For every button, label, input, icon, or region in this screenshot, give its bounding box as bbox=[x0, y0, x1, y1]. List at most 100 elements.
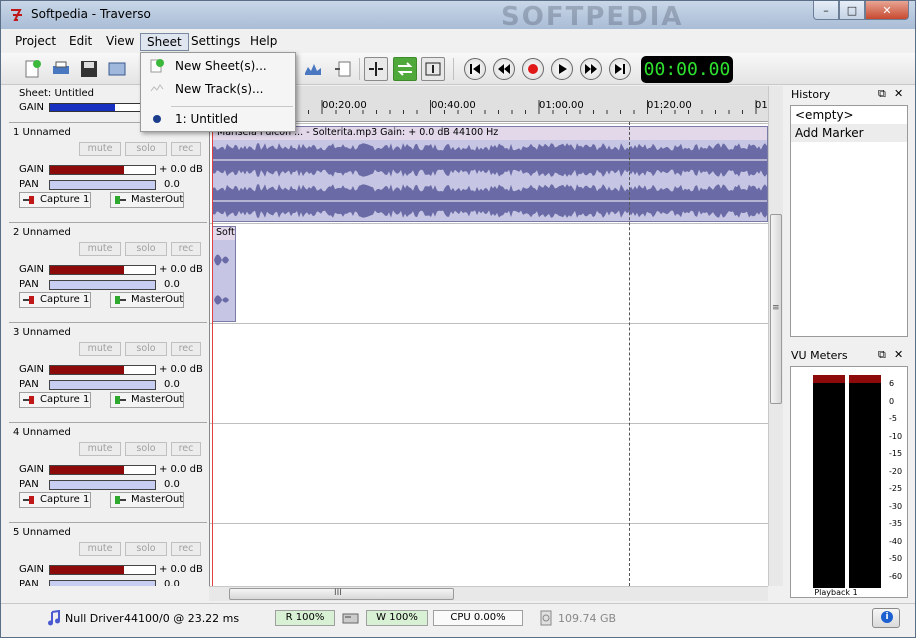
playhead-cursor[interactable] bbox=[212, 122, 213, 586]
close-button[interactable]: ✕ bbox=[865, 1, 909, 20]
close-dock-icon[interactable]: ✕ bbox=[894, 87, 903, 100]
toolbar bbox=[1, 53, 915, 85]
rec-button[interactable]: rec bbox=[171, 142, 201, 156]
ruler-tick-label: 01:00.00 bbox=[539, 100, 584, 111]
solo-button[interactable]: solo bbox=[125, 342, 167, 356]
marker-line[interactable] bbox=[629, 122, 630, 586]
history-item[interactable]: <empty> bbox=[791, 106, 907, 124]
pan-slider[interactable] bbox=[49, 380, 156, 390]
gain-slider[interactable] bbox=[49, 565, 156, 575]
close-icon: ✕ bbox=[882, 3, 892, 17]
mute-button[interactable]: mute bbox=[79, 342, 121, 356]
maximize-button[interactable]: □ bbox=[839, 1, 865, 20]
ruler-tick-label: 00:20.00 bbox=[322, 100, 367, 111]
float-dock-icon[interactable]: ⧉ bbox=[878, 87, 886, 101]
snap-button[interactable] bbox=[364, 57, 388, 81]
pan-slider[interactable] bbox=[49, 480, 156, 490]
new-sheet-menu-item[interactable]: New Sheet(s)... bbox=[175, 59, 267, 73]
menu-help[interactable]: Help bbox=[244, 33, 283, 51]
track-name[interactable]: 5 Unnamed bbox=[13, 527, 71, 538]
go-to-end-button[interactable] bbox=[609, 58, 631, 80]
float-dock-icon[interactable]: ⧉ bbox=[878, 348, 886, 362]
follow-playhead-button[interactable] bbox=[393, 57, 417, 81]
save-button[interactable] bbox=[77, 57, 101, 81]
history-list[interactable]: <empty> Add Marker bbox=[790, 105, 908, 337]
solo-button[interactable]: solo bbox=[125, 542, 167, 556]
output-selector[interactable]: MasterOut bbox=[110, 192, 184, 208]
fast-forward-button[interactable] bbox=[580, 58, 602, 80]
track-lane-5[interactable] bbox=[210, 523, 768, 586]
floppy-disk-icon bbox=[81, 61, 97, 77]
solo-button[interactable]: solo bbox=[125, 242, 167, 256]
track-lane-2[interactable]: Soft bbox=[210, 223, 768, 323]
track-name[interactable]: 3 Unnamed bbox=[13, 327, 71, 338]
rec-button[interactable]: rec bbox=[171, 542, 201, 556]
mute-button[interactable]: mute bbox=[79, 242, 121, 256]
close-dock-icon[interactable]: ✕ bbox=[894, 348, 903, 361]
menu-sheet[interactable]: Sheet bbox=[140, 33, 189, 51]
gain-value: + 0.0 dB bbox=[159, 364, 203, 375]
track-name[interactable]: 4 Unnamed bbox=[13, 427, 71, 438]
solo-button[interactable]: solo bbox=[125, 442, 167, 456]
mute-button[interactable]: mute bbox=[79, 542, 121, 556]
solo-button[interactable]: solo bbox=[125, 142, 167, 156]
horizontal-scrollbar[interactable]: III bbox=[209, 586, 768, 601]
track-lane-4[interactable] bbox=[210, 423, 768, 523]
pan-slider[interactable] bbox=[49, 580, 156, 586]
record-icon bbox=[528, 64, 538, 74]
go-to-start-button[interactable] bbox=[464, 58, 486, 80]
output-selector[interactable]: MasterOut bbox=[110, 392, 184, 408]
menu-view[interactable]: View bbox=[100, 33, 140, 51]
gain-slider[interactable] bbox=[49, 265, 156, 275]
pan-value: 0.0 bbox=[164, 179, 180, 190]
menu-settings[interactable]: Settings bbox=[185, 33, 246, 51]
output-port-icon bbox=[115, 296, 126, 304]
rec-button[interactable]: rec bbox=[171, 442, 201, 456]
mute-button[interactable]: mute bbox=[79, 442, 121, 456]
new-project-button[interactable] bbox=[21, 57, 45, 81]
track-name[interactable]: 1 Unnamed bbox=[13, 127, 71, 138]
gain-slider[interactable] bbox=[49, 465, 156, 475]
gain-slider[interactable] bbox=[49, 165, 156, 175]
vertical-scrollbar[interactable]: ≡ bbox=[768, 86, 783, 586]
print-button[interactable] bbox=[49, 57, 73, 81]
info-button[interactable]: i bbox=[872, 608, 900, 628]
track-name[interactable]: 2 Unnamed bbox=[13, 227, 71, 238]
input-selector[interactable]: Capture 1 bbox=[19, 392, 91, 408]
history-item[interactable]: Add Marker bbox=[791, 124, 907, 142]
window-layout-button[interactable] bbox=[105, 57, 129, 81]
record-button[interactable] bbox=[522, 58, 544, 80]
output-selector[interactable]: MasterOut bbox=[110, 292, 184, 308]
track-lane-1[interactable]: Marisela Pulcon ... - Solterita.mp3 Gain… bbox=[210, 123, 768, 223]
input-selector[interactable]: Capture 1 bbox=[19, 492, 91, 508]
horizontal-scroll-thumb[interactable]: III bbox=[229, 588, 454, 600]
pan-slider[interactable] bbox=[49, 180, 156, 190]
rewind-button[interactable] bbox=[493, 58, 515, 80]
rec-button[interactable]: rec bbox=[171, 342, 201, 356]
sheet-entry-menu-item[interactable]: 1: Untitled bbox=[175, 112, 238, 126]
timeline-view[interactable]: 00:20.00 00:40.00 01:00.00 01:20.00 01:4… bbox=[209, 86, 768, 586]
audio-clip[interactable]: Marisela Pulcon ... - Solterita.mp3 Gain… bbox=[212, 126, 768, 222]
title-bar: Softpedia - Traverso SOFTPEDIA – □ ✕ bbox=[1, 1, 915, 32]
waveform-icon bbox=[305, 64, 321, 75]
track-lane-3[interactable] bbox=[210, 323, 768, 423]
pan-slider[interactable] bbox=[49, 280, 156, 290]
mute-button[interactable]: mute bbox=[79, 142, 121, 156]
rec-button[interactable]: rec bbox=[171, 242, 201, 256]
minimize-button[interactable]: – bbox=[813, 1, 839, 20]
output-selector[interactable]: MasterOut bbox=[110, 492, 184, 508]
vertical-scroll-thumb[interactable]: ≡ bbox=[770, 214, 782, 404]
waveform-tool-button[interactable] bbox=[301, 57, 325, 81]
input-selector[interactable]: Capture 1 bbox=[19, 292, 91, 308]
audio-clip-short[interactable]: Soft bbox=[212, 226, 236, 322]
menu-edit[interactable]: Edit bbox=[63, 33, 98, 51]
paste-button[interactable] bbox=[331, 57, 355, 81]
vu-channel-label: Playback 1 bbox=[814, 588, 858, 597]
input-selector[interactable]: Capture 1 bbox=[19, 192, 91, 208]
new-track-menu-item[interactable]: New Track(s)... bbox=[175, 82, 263, 96]
gain-slider[interactable] bbox=[49, 365, 156, 375]
play-button[interactable] bbox=[551, 58, 573, 80]
vu-scale-label: -20 bbox=[889, 466, 903, 476]
menu-project[interactable]: Project bbox=[9, 33, 62, 51]
fit-view-button[interactable] bbox=[421, 57, 445, 81]
